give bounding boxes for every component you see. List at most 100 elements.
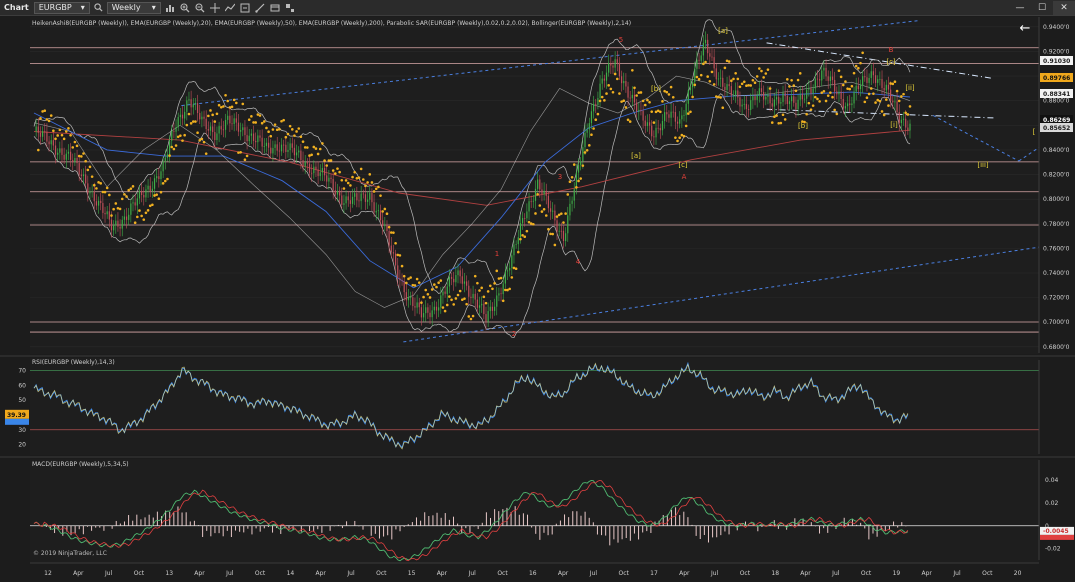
- sar-dot: [241, 102, 245, 106]
- sar-dot: [848, 87, 852, 91]
- template-icon[interactable]: [284, 2, 296, 14]
- sar-dot: [349, 184, 352, 187]
- bar-chart-icon[interactable]: [164, 2, 176, 14]
- candle-body: [872, 71, 875, 76]
- chart-canvas[interactable]: 5[a]B[c][b] [ii][b] [i][a][c]A3412[iii][ 0…: [0, 15, 1075, 582]
- candle-body: [313, 166, 315, 174]
- candle-body: [668, 114, 670, 118]
- sar-dot: [338, 170, 341, 174]
- candle-body: [676, 121, 679, 124]
- sar-dot: [822, 89, 826, 93]
- candle-body: [722, 77, 724, 87]
- x-tick-label: Jul: [468, 570, 477, 577]
- candle-body: [89, 191, 91, 194]
- candle-body: [743, 103, 745, 105]
- sar-dot: [54, 137, 57, 141]
- sar-dot: [125, 195, 128, 198]
- minimize-icon[interactable]: —: [1009, 1, 1031, 15]
- sar-dot: [796, 78, 800, 82]
- strategy-icon[interactable]: [239, 2, 251, 14]
- sar-dot: [52, 129, 55, 133]
- candle-body: [608, 63, 610, 73]
- candle-body: [556, 220, 558, 232]
- period-value: Weekly: [111, 2, 141, 12]
- candle-body: [829, 76, 831, 81]
- crosshair-icon[interactable]: [209, 2, 221, 14]
- sar-dot: [123, 193, 126, 196]
- sar-dot: [596, 112, 600, 116]
- sar-dot: [353, 170, 356, 174]
- candle-body: [106, 211, 108, 215]
- sar-dot: [878, 99, 882, 103]
- candle-body: [280, 144, 283, 152]
- price-tick-label: 0.9400'0: [1043, 24, 1070, 31]
- sar-dot: [265, 126, 268, 130]
- candle-body: [227, 115, 229, 120]
- period-selector[interactable]: Weekly ▾: [106, 1, 161, 14]
- sar-dot: [514, 267, 518, 271]
- sar-dot: [161, 182, 165, 185]
- sar-dot: [372, 190, 376, 193]
- price-label: 0.91030: [1043, 58, 1070, 65]
- candle-body: [653, 136, 655, 138]
- sar-dot: [441, 306, 445, 309]
- wave-label: 5: [619, 36, 623, 44]
- zoom-in-icon[interactable]: [179, 2, 191, 14]
- zoom-out-icon[interactable]: [194, 2, 206, 14]
- sar-dot: [235, 101, 238, 105]
- candle-body: [61, 148, 63, 155]
- chart-menu-button[interactable]: Chart: [1, 1, 32, 14]
- candle-body: [704, 39, 707, 43]
- candle-body: [373, 202, 375, 213]
- sar-dot: [120, 197, 124, 201]
- x-tick-label: Jul: [831, 570, 840, 577]
- search-icon[interactable]: [93, 2, 105, 14]
- candle-body: [719, 77, 722, 79]
- candle-body: [737, 90, 739, 98]
- sar-dot: [792, 84, 796, 87]
- sar-dot: [572, 163, 576, 166]
- candle-body: [623, 81, 625, 84]
- sar-dot: [232, 98, 236, 102]
- sar-dot: [80, 155, 83, 158]
- sar-dot: [639, 91, 643, 94]
- x-tick-label: Jul: [104, 570, 113, 577]
- x-tick-label: 18: [771, 570, 779, 577]
- candle-body: [323, 168, 326, 176]
- properties-icon[interactable]: [269, 2, 281, 14]
- sar-dot: [592, 127, 595, 130]
- x-tick-label: 17: [650, 570, 658, 577]
- candle-body: [388, 230, 390, 246]
- maximize-icon[interactable]: ☐: [1031, 1, 1053, 15]
- candle-body: [793, 96, 795, 103]
- candle-body: [403, 280, 405, 293]
- sar-dot: [435, 285, 438, 289]
- candle-body: [261, 137, 263, 147]
- macd-panel: 0.040.020-0.02-0.0045: [30, 459, 1074, 563]
- sar-dot: [312, 145, 316, 149]
- wave-label: A: [682, 173, 687, 181]
- candle-body: [732, 94, 735, 96]
- indicators-icon[interactable]: [224, 2, 236, 14]
- candle-body: [728, 84, 730, 87]
- sar-dot: [469, 317, 473, 321]
- candle-body: [459, 270, 461, 277]
- candle-body: [702, 42, 704, 56]
- sar-dot: [204, 152, 208, 155]
- back-arrow-icon[interactable]: ←: [1018, 22, 1032, 36]
- price-label: 0.89766: [1043, 75, 1070, 82]
- instrument-selector[interactable]: EURGBP ▾: [33, 1, 90, 14]
- candle-body: [558, 230, 560, 232]
- candle-body: [237, 122, 240, 132]
- candle-body: [590, 111, 593, 124]
- sar-dot: [764, 72, 768, 75]
- sar-dot: [727, 60, 731, 63]
- close-icon[interactable]: ✕: [1053, 0, 1075, 15]
- sar-dot: [146, 209, 150, 212]
- candle-body: [840, 91, 842, 99]
- candle-body: [562, 230, 565, 242]
- drawing-tools-icon[interactable]: [254, 2, 266, 14]
- candle-body: [698, 59, 700, 61]
- candle-body: [485, 314, 487, 322]
- candle-body: [420, 307, 423, 318]
